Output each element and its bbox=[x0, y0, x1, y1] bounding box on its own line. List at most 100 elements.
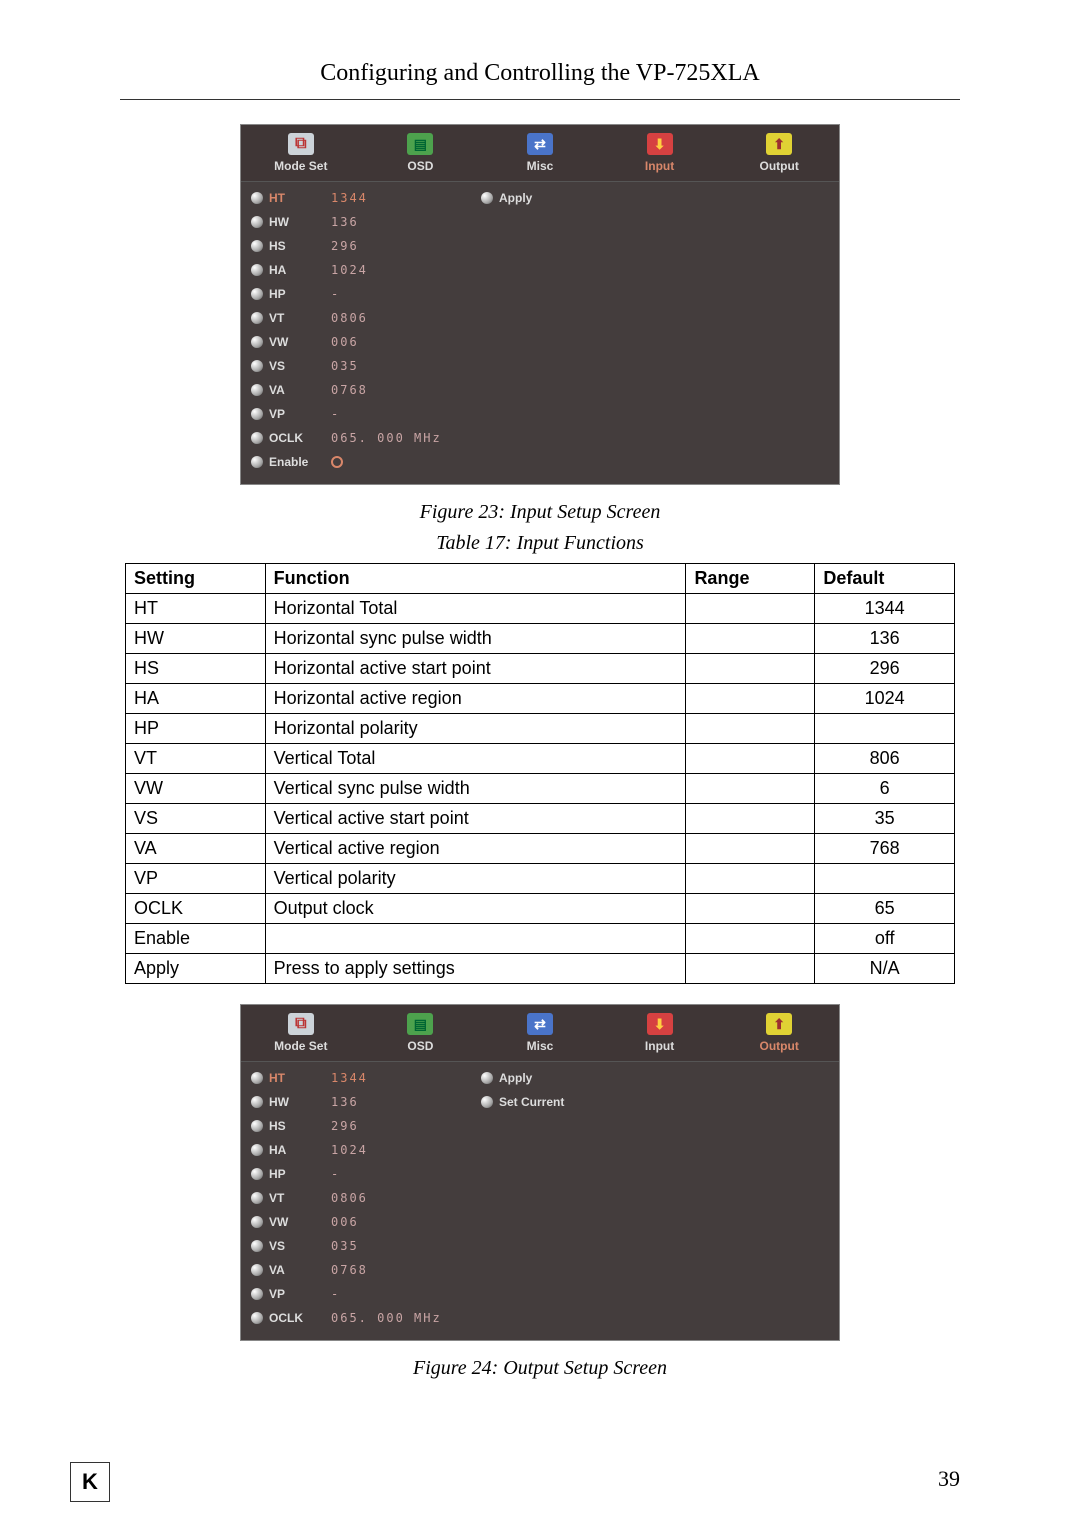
osd-label-ha[interactable]: HA bbox=[269, 263, 286, 277]
table-row: Enable off bbox=[126, 924, 955, 954]
table-cell bbox=[686, 774, 815, 804]
osd-label-vt[interactable]: VT bbox=[269, 1191, 284, 1205]
radio-icon bbox=[251, 1192, 263, 1204]
radio-icon bbox=[251, 432, 263, 444]
osd-label-vt[interactable]: VT bbox=[269, 311, 284, 325]
osd-label-oclk[interactable]: OCLK bbox=[269, 1311, 303, 1325]
radio-icon bbox=[251, 360, 263, 372]
osd-label-va[interactable]: VA bbox=[269, 1263, 285, 1277]
table-cell: HS bbox=[126, 654, 266, 684]
table-cell: off bbox=[815, 924, 955, 954]
osd-value-va: 0768 bbox=[331, 1258, 481, 1282]
tab-osd-2[interactable]: ▤OSD bbox=[361, 1005, 481, 1061]
table-cell: 296 bbox=[815, 654, 955, 684]
table-cell: Horizontal active start point bbox=[265, 654, 686, 684]
tab-osd-label: OSD bbox=[407, 159, 433, 173]
osd-label-vp[interactable]: VP bbox=[269, 407, 285, 421]
osd-label-hw[interactable]: HW bbox=[269, 1095, 289, 1109]
tab-misc-2[interactable]: ⇄Misc bbox=[480, 1005, 600, 1061]
table-cell: Vertical active region bbox=[265, 834, 686, 864]
input-icon: ⬇ bbox=[647, 1013, 673, 1035]
page-number: 39 bbox=[938, 1466, 960, 1492]
osd-label-hs[interactable]: HS bbox=[269, 1119, 286, 1133]
osd-label-hp[interactable]: HP bbox=[269, 287, 286, 301]
osd-label-vw[interactable]: VW bbox=[269, 1215, 288, 1229]
tab-input-2[interactable]: ⬇Input bbox=[600, 1005, 720, 1061]
tab-output-2[interactable]: ⬆Output bbox=[719, 1005, 839, 1061]
tab-misc-label: Misc bbox=[527, 159, 554, 173]
osd-label-vs[interactable]: VS bbox=[269, 1239, 285, 1253]
table-cell: Vertical sync pulse width bbox=[265, 774, 686, 804]
table-row: HSHorizontal active start point 296 bbox=[126, 654, 955, 684]
table-row: VAVertical active region768 bbox=[126, 834, 955, 864]
radio-icon bbox=[481, 1072, 493, 1084]
osd-action-apply[interactable]: Apply bbox=[499, 191, 532, 205]
osd-label-vs[interactable]: VS bbox=[269, 359, 285, 373]
osd-value-oclk: 065. 000 MHz bbox=[331, 1306, 481, 1330]
tab-mode-set-2[interactable]: ⧉Mode Set bbox=[241, 1005, 361, 1061]
table-cell: 35 bbox=[815, 804, 955, 834]
osd-label-enable[interactable]: Enable bbox=[269, 455, 308, 469]
table-cell bbox=[686, 894, 815, 924]
tab-osd[interactable]: ▤ OSD bbox=[361, 125, 481, 181]
table-cell bbox=[815, 864, 955, 894]
tab-input[interactable]: ⬇Input bbox=[600, 125, 720, 181]
osd-icon: ▤ bbox=[407, 1013, 433, 1035]
osd-value-oclk: 065. 000 MHz bbox=[331, 426, 481, 450]
enable-circle-icon[interactable] bbox=[331, 456, 343, 468]
osd-icon: ▤ bbox=[407, 133, 433, 155]
output-icon: ⬆ bbox=[766, 133, 792, 155]
osd-label-vp[interactable]: VP bbox=[269, 1287, 285, 1301]
osd-tabs: ⧉Mode Set ▤ OSD ⇄Misc ⬇Input ⬆Output bbox=[241, 125, 839, 182]
osd-label-hw[interactable]: HW bbox=[269, 215, 289, 229]
osd-label-ha[interactable]: HA bbox=[269, 1143, 286, 1157]
osd-label-oclk[interactable]: OCLK bbox=[269, 431, 303, 445]
tab-mode-set-label: Mode Set bbox=[274, 159, 327, 173]
table-cell: N/A bbox=[815, 954, 955, 984]
input-functions-table: SettingFunctionRangeDefault HTHorizontal… bbox=[125, 563, 955, 984]
table-cell: OCLK bbox=[126, 894, 266, 924]
tab-misc[interactable]: ⇄Misc bbox=[480, 125, 600, 181]
osd-label-vw[interactable]: VW bbox=[269, 335, 288, 349]
table-cell: HA bbox=[126, 684, 266, 714]
osd-value-vw: 006 bbox=[331, 330, 481, 354]
table-cell bbox=[686, 624, 815, 654]
input-icon: ⬇ bbox=[647, 133, 673, 155]
table-cell bbox=[686, 834, 815, 864]
tab-mode-set-label-2: Mode Set bbox=[274, 1039, 327, 1053]
table-header: Function bbox=[265, 564, 686, 594]
radio-icon bbox=[251, 1312, 263, 1324]
table-cell: Enable bbox=[126, 924, 266, 954]
osd-label-ht[interactable]: HT bbox=[269, 1071, 285, 1085]
table-cell: 65 bbox=[815, 894, 955, 924]
tab-output[interactable]: ⬆Output bbox=[719, 125, 839, 181]
osd-value-enable bbox=[331, 450, 481, 474]
table-row: OCLKOutput clock65 bbox=[126, 894, 955, 924]
osd-action-set-current[interactable]: Set Current bbox=[499, 1095, 564, 1109]
radio-icon bbox=[251, 264, 263, 276]
radio-icon bbox=[481, 192, 493, 204]
radio-icon bbox=[251, 1144, 263, 1156]
table-cell: Horizontal sync pulse width bbox=[265, 624, 686, 654]
osd-input-panel: ⧉Mode Set ▤ OSD ⇄Misc ⬇Input ⬆Output HT HW… bbox=[240, 124, 840, 485]
osd-label-va[interactable]: VA bbox=[269, 383, 285, 397]
tab-mode-set[interactable]: ⧉Mode Set bbox=[241, 125, 361, 181]
radio-icon bbox=[251, 1288, 263, 1300]
table-cell bbox=[815, 714, 955, 744]
table-cell: VT bbox=[126, 744, 266, 774]
osd-label-hs[interactable]: HS bbox=[269, 239, 286, 253]
radio-icon bbox=[481, 1096, 493, 1108]
table-cell: 768 bbox=[815, 834, 955, 864]
osd-action-apply[interactable]: Apply bbox=[499, 1071, 532, 1085]
osd-value-vp: - bbox=[331, 402, 481, 426]
osd-label-ht[interactable]: HT bbox=[269, 191, 285, 205]
table-cell: Horizontal polarity bbox=[265, 714, 686, 744]
radio-icon bbox=[251, 456, 263, 468]
radio-icon bbox=[251, 1120, 263, 1132]
output-icon: ⬆ bbox=[766, 1013, 792, 1035]
osd-label-hp[interactable]: HP bbox=[269, 1167, 286, 1181]
tab-misc-label-2: Misc bbox=[527, 1039, 554, 1053]
table-row: HTHorizontal Total1344 bbox=[126, 594, 955, 624]
table-cell bbox=[686, 744, 815, 774]
table-cell: HP bbox=[126, 714, 266, 744]
